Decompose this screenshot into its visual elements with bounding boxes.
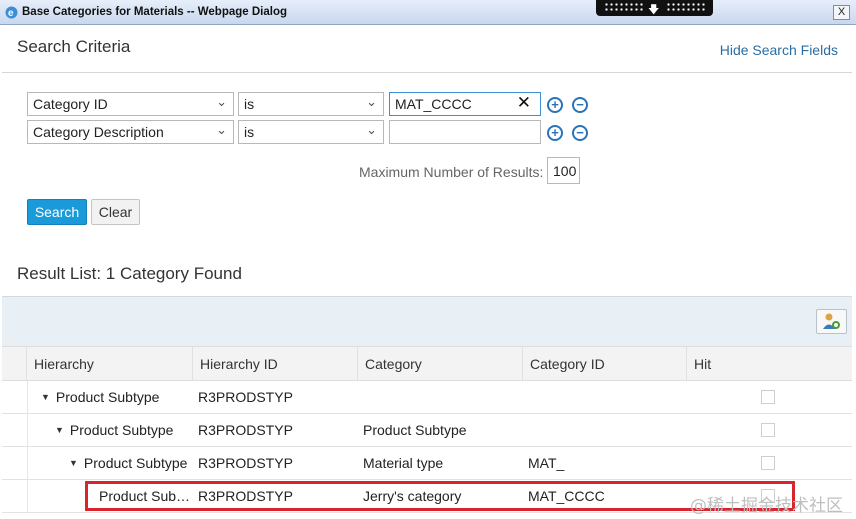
search-criteria-title: Search Criteria	[17, 37, 131, 56]
category-id-cell: MAT_	[528, 455, 565, 471]
personalize-table-button[interactable]	[816, 309, 847, 334]
category-cell	[363, 381, 521, 414]
overlay-dots-right	[666, 2, 706, 12]
column-header-hierarchy[interactable]: Hierarchy	[26, 347, 193, 382]
criteria-operator-select-2[interactable]: is ⌄	[238, 120, 384, 144]
clear-button[interactable]: Clear	[91, 199, 140, 225]
hierarchy-id-cell: R3PRODSTYP	[198, 389, 293, 405]
overlay-dots-left	[604, 2, 644, 12]
result-list-title: Result List: 1 Category Found	[17, 264, 242, 283]
expand-triangle-icon[interactable]: ▼	[41, 392, 50, 402]
criteria-operator-value: is	[244, 96, 255, 112]
down-arrow-icon: 🡇	[648, 4, 660, 16]
hierarchy-cell: ▼ Product Subtype	[41, 381, 193, 414]
column-header-hit[interactable]: Hit	[686, 347, 852, 382]
hit-checkbox[interactable]	[761, 456, 775, 470]
chevron-down-icon: ⌄	[216, 94, 227, 109]
hit-checkbox[interactable]	[761, 390, 775, 404]
add-criteria-icon[interactable]: +	[547, 97, 563, 113]
remove-criteria-icon[interactable]: −	[572, 125, 588, 141]
svg-text:e: e	[8, 8, 14, 19]
column-header-hierarchy-id[interactable]: Hierarchy ID	[192, 347, 357, 382]
window-close-button[interactable]: X	[833, 5, 850, 20]
ie-icon: e	[5, 6, 18, 19]
criteria-field-select-2[interactable]: Category Description ⌄	[27, 120, 234, 144]
hide-search-fields-link[interactable]: Hide Search Fields	[720, 42, 838, 58]
criteria-value-text: MAT_CCCC	[395, 96, 472, 112]
table-toolbar	[2, 296, 852, 346]
max-results-label: Maximum Number of Results:	[359, 164, 544, 180]
category-cell: Material type	[363, 455, 444, 471]
hierarchy-text: Product Subtype	[83, 455, 188, 471]
hierarchy-text: Product Subtype	[69, 422, 174, 438]
criteria-field-value: Category ID	[33, 96, 108, 112]
highlight-box	[85, 481, 795, 511]
category-cell: Product Subtype	[363, 422, 467, 438]
category-id-cell	[528, 414, 686, 447]
criteria-field-select-1[interactable]: Category ID ⌄	[27, 92, 234, 116]
hierarchy-text: Product Subtype	[55, 389, 160, 405]
expand-triangle-icon[interactable]: ▼	[69, 458, 78, 468]
table-row[interactable]: ▼ Product Subtype R3PRODSTYP	[2, 381, 852, 414]
max-results-input[interactable]: 100	[547, 157, 580, 184]
table-row[interactable]: ▼ Product Subtype R3PRODSTYP Product Subt…	[2, 414, 852, 447]
row-selector[interactable]	[4, 414, 28, 447]
column-header-category-id[interactable]: Category ID	[522, 347, 687, 382]
criteria-operator-value: is	[244, 124, 255, 140]
add-criteria-icon[interactable]: +	[547, 125, 563, 141]
criteria-operator-select-1[interactable]: is ⌄	[238, 92, 384, 116]
chevron-down-icon: ⌄	[216, 122, 227, 137]
search-button[interactable]: Search	[27, 199, 87, 225]
row-selector[interactable]	[4, 447, 28, 480]
criteria-field-value: Category Description	[33, 124, 164, 140]
watermark: @稀土掘金技术社区	[690, 496, 843, 516]
table-header: Hierarchy Hierarchy ID Category Category…	[2, 346, 852, 382]
criteria-value-input-2[interactable]	[389, 120, 541, 144]
row-selector[interactable]	[4, 480, 28, 513]
remove-criteria-icon[interactable]: −	[572, 97, 588, 113]
window-title: Base Categories for Materials -- Webpage…	[22, 6, 287, 18]
chevron-down-icon: ⌄	[366, 122, 377, 137]
window-title-bar: e Base Categories for Materials -- Webpa…	[0, 0, 856, 25]
divider	[2, 72, 852, 73]
criteria-value-input-1[interactable]: MAT_CCCC ✕	[389, 92, 541, 116]
expand-triangle-icon[interactable]: ▼	[55, 425, 64, 435]
row-selector[interactable]	[4, 381, 28, 414]
category-id-cell	[528, 381, 686, 414]
column-header-category[interactable]: Category	[357, 347, 522, 382]
hierarchy-cell: ▼ Product Subtype	[55, 414, 193, 447]
person-settings-icon	[823, 313, 840, 329]
table-row[interactable]: ▼ Product Subtype R3PRODSTYP Material typ…	[2, 447, 852, 480]
chevron-down-icon: ⌄	[366, 94, 377, 109]
screen-overlay-bar: 🡇	[596, 0, 713, 16]
clear-x-icon[interactable]: ✕	[517, 93, 531, 113]
hierarchy-id-cell: R3PRODSTYP	[198, 455, 293, 471]
hit-checkbox[interactable]	[761, 423, 775, 437]
hierarchy-id-cell: R3PRODSTYP	[198, 422, 293, 438]
hierarchy-cell: ▼ Product Subtype	[69, 447, 193, 480]
